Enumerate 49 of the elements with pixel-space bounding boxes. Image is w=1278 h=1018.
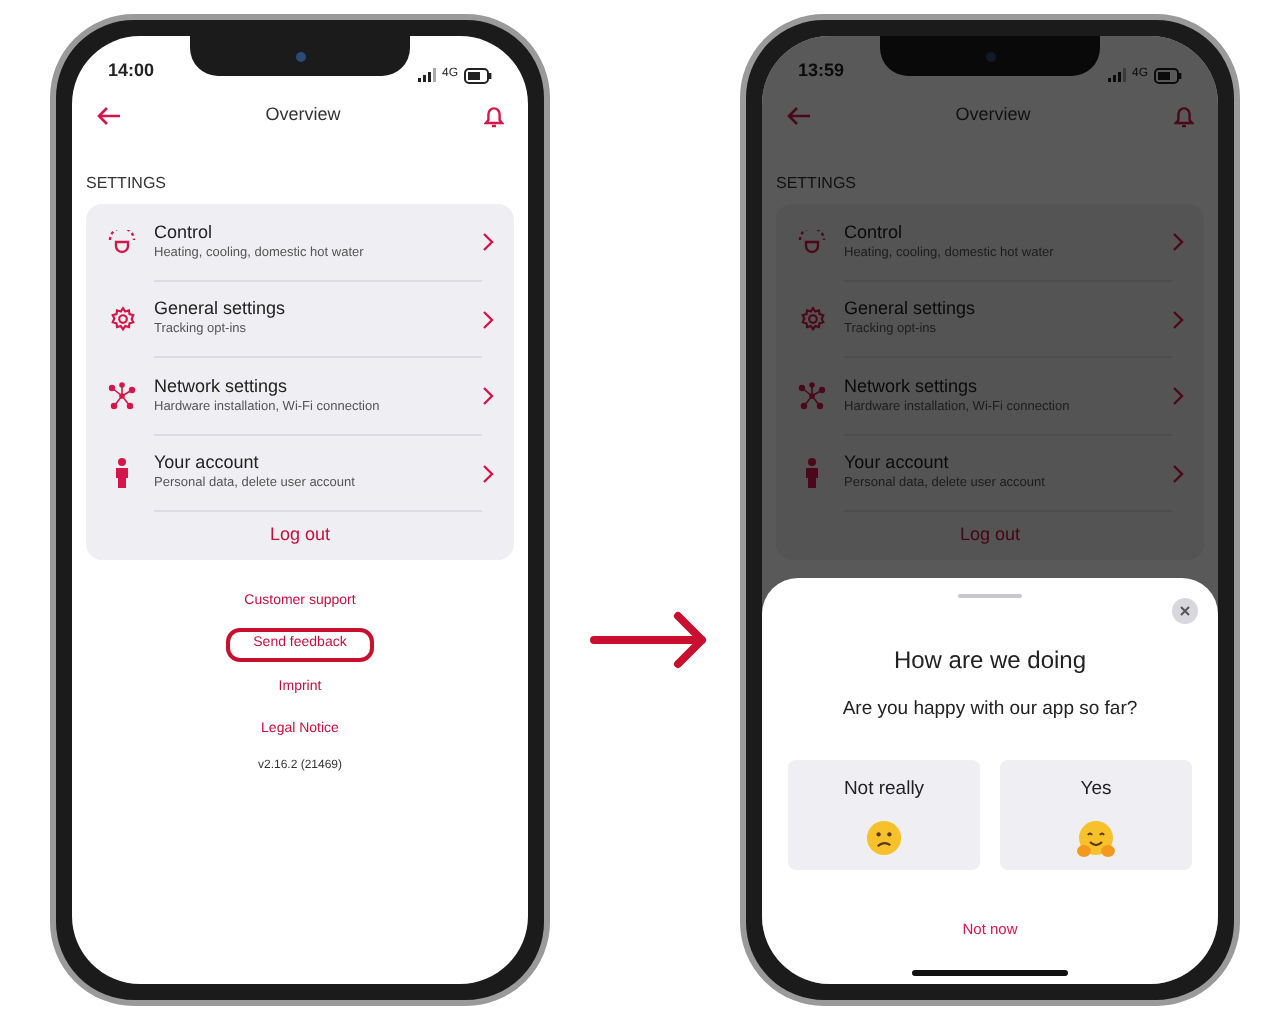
- signal-icon: [1107, 68, 1126, 82]
- row-title: General settings: [154, 298, 288, 321]
- arrow-icon: [590, 610, 710, 670]
- close-icon: [1180, 606, 1190, 616]
- close-button[interactable]: [1172, 598, 1198, 624]
- hugging-face-icon: [1076, 819, 1116, 857]
- battery-icon: [464, 67, 492, 83]
- logout-button[interactable]: Log out: [269, 522, 331, 550]
- gear-icon: [109, 306, 135, 333]
- tap-icon: [108, 230, 136, 255]
- chevron-icon: [1172, 386, 1184, 407]
- chevron-icon: [482, 309, 494, 330]
- battery-icon: [1154, 67, 1182, 83]
- network-icon: [798, 382, 826, 411]
- sheet-title: How are we doing: [893, 644, 1087, 678]
- network-icon: [108, 382, 136, 411]
- tap-icon: [798, 230, 826, 255]
- chevron-icon: [1172, 463, 1184, 484]
- answer-option[interactable]: Not really: [788, 760, 980, 871]
- row-title: General settings: [844, 298, 978, 321]
- screen-title: Overview: [955, 102, 1031, 129]
- chevron-icon: [1172, 309, 1184, 330]
- signal-icon: [417, 68, 436, 82]
- row-title: Your account: [844, 452, 951, 475]
- chevron-icon: [482, 232, 494, 253]
- sheet-handle[interactable]: [958, 594, 1022, 598]
- row-title: Your account: [154, 452, 261, 475]
- section-heading: SETTINGS: [86, 172, 169, 196]
- status-time: 13:59: [798, 57, 845, 83]
- chevron-icon: [482, 463, 494, 484]
- row-title: Control: [844, 221, 905, 244]
- camera-icon: [985, 51, 995, 61]
- sheet-question: Are you happy with our app so far?: [842, 696, 1138, 724]
- answer-option[interactable]: Yes: [1000, 760, 1192, 871]
- row-title: Network settings: [844, 375, 980, 398]
- person-icon: [804, 458, 820, 489]
- row-title: Network settings: [154, 375, 290, 398]
- screen-title: Overview: [265, 102, 341, 129]
- status-time: 14:00: [108, 57, 155, 83]
- bell-icon[interactable]: [483, 104, 504, 128]
- row-title: Control: [154, 221, 215, 244]
- back-arrow-icon[interactable]: [96, 106, 122, 126]
- chevron-icon: [482, 386, 494, 407]
- section-heading: SETTINGS: [776, 172, 859, 196]
- camera-icon: [295, 51, 305, 61]
- person-icon: [114, 458, 130, 489]
- gear-icon: [799, 306, 825, 333]
- confused-face-icon: [866, 819, 902, 855]
- chevron-icon: [1172, 232, 1184, 253]
